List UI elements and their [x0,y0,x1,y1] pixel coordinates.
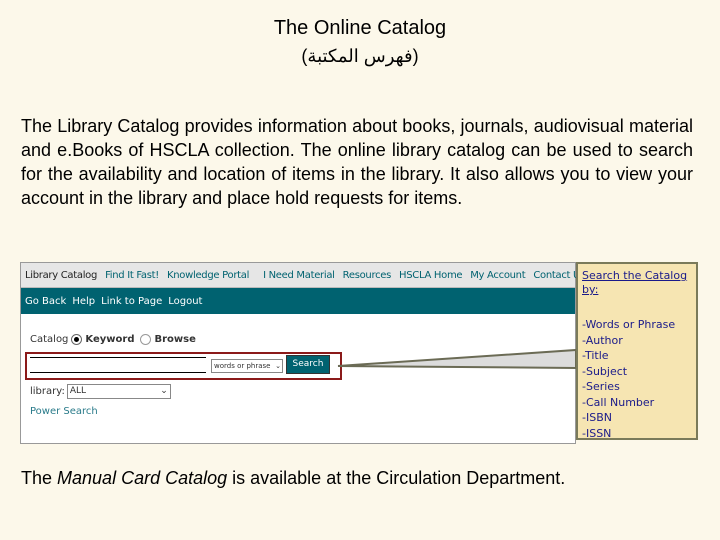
callout-item: -Call Number [582,395,655,409]
power-search-link[interactable]: Power Search [30,406,98,417]
intro-paragraph: The Library Catalog provides information… [21,116,693,208]
callout-item: -Title [582,349,609,362]
callout-item: -ISBN [582,411,612,424]
catalog-screenshot: Library Catalog Find It Fast! Knowledge … [20,262,585,444]
search-options-callout: Search the Catalog by: -Words or Phrase … [576,262,698,440]
nav-find-it-fast[interactable]: Find It Fast! [105,270,159,281]
library-label: library: [30,386,65,397]
callout-heading: Search the Catalog by: [582,269,688,296]
nav-knowledge-portal[interactable]: Knowledge Portal [167,270,249,281]
search-type-select[interactable]: words or phrase ⌄ [211,359,283,373]
page-subtitle: (فهرس المكتبة) [301,46,419,66]
nav-hscla-home[interactable]: HSCLA Home [399,270,463,281]
page-title: The Online Catalog [273,17,447,39]
browse-label: Browse [154,334,196,345]
sub-nav: Go Back Help Link to Page Logout [21,288,575,314]
callout-item: -Subject [582,364,628,378]
chevron-down-icon: ⌄ [275,362,281,370]
nav-help[interactable]: Help [72,296,95,307]
nav-library-catalog[interactable]: Library Catalog [25,270,97,281]
callout-item: -Series [582,380,620,393]
top-nav: Library Catalog Find It Fast! Knowledge … [21,263,585,288]
search-button[interactable]: Search [286,355,330,374]
nav-resources[interactable]: Resources [343,270,392,281]
nav-i-need-material[interactable]: I Need Material [263,270,335,281]
browse-radio[interactable] [140,334,152,345]
library-select[interactable]: ALL ⌄ [66,384,171,399]
nav-logout[interactable]: Logout [168,296,202,307]
keyword-label: Keyword [85,334,135,345]
nav-go-back[interactable]: Go Back [25,296,66,307]
callout-item: -Author [582,333,623,347]
callout-item: -Words or Phrase [582,318,676,331]
search-input[interactable] [30,357,206,373]
keyword-radio[interactable] [71,334,83,345]
callout-item: -ISSN [582,426,612,440]
nav-my-account[interactable]: My Account [470,270,525,281]
footer-note: The Manual Card Catalog is available at … [21,468,566,488]
nav-link-to-page[interactable]: Link to Page [101,296,162,307]
chevron-down-icon: ⌄ [160,386,168,396]
catalog-label: Catalog [30,334,69,345]
